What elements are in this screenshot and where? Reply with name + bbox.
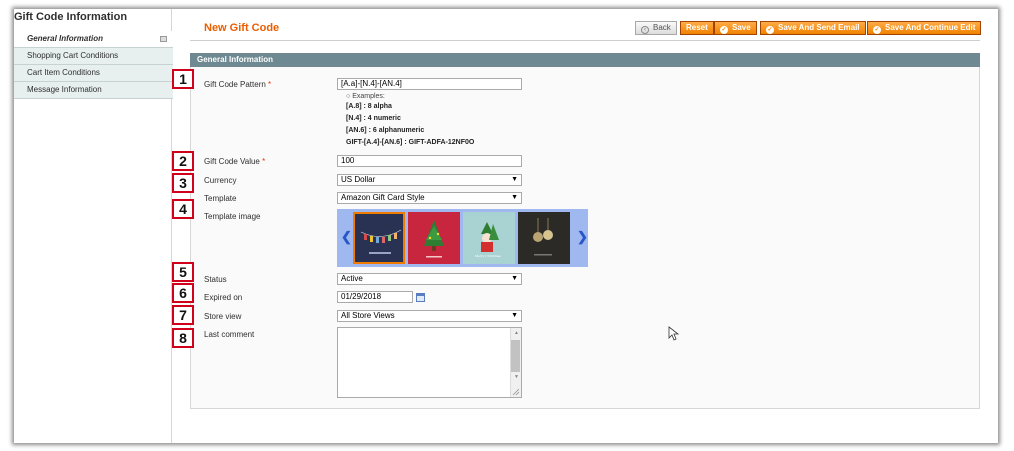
scroll-up-icon[interactable]: ▲ [514,330,519,336]
pattern-label-text: Gift Code Pattern [204,80,266,89]
save-and-send-email-button[interactable]: ✓ Save And Send Email [760,21,866,35]
example-row: [N.4] : 4 numeric [346,115,401,122]
sidebar-item-message-information[interactable]: Message Information [14,82,173,99]
check-icon: ✓ [766,26,774,34]
save-button-label: Save [732,23,751,32]
save-and-continue-edit-label: Save And Continue Edit [885,23,976,32]
template-thumb-4[interactable] [518,212,570,264]
status-select[interactable]: Active ▼ [337,273,522,285]
template-image-carousel: ❮ Merry Christmas ❯ [337,209,588,267]
pattern-input[interactable]: [A.a]-[N.4]-[AN.4] [337,78,522,90]
dropdown-arrow-icon: ▼ [511,176,518,183]
example-code: GIFT-[A.4]-[AN.6] [346,139,403,146]
sidebar-item-label: General Information [27,34,104,43]
value-label: Gift Code Value * [204,157,265,166]
example-code: [N.4] [346,115,362,122]
callout-6: 6 [172,283,194,303]
required-marker: * [268,80,272,89]
save-and-continue-edit-button[interactable]: ✓ Save And Continue Edit [867,21,982,35]
examples-title-text: Examples: [352,93,385,100]
status-value: Active [341,274,363,283]
currency-select[interactable]: US Dollar ▼ [337,174,522,186]
gift-code-value-input[interactable]: 100 [337,155,522,167]
example-code: [A.8] [346,103,362,110]
pattern-label: Gift Code Pattern * [204,80,271,89]
expired-label: Expired on [204,293,243,302]
sidebar-item-label: Shopping Cart Conditions [27,51,119,60]
status-label: Status [204,275,227,284]
callout-2: 2 [172,151,194,171]
store-view-select[interactable]: All Store Views ▼ [337,310,522,322]
save-and-send-email-label: Save And Send Email [778,23,860,32]
reset-button-label: Reset [686,23,708,32]
back-button[interactable]: ‹ Back [635,21,677,35]
callout-7: 7 [172,305,194,325]
chevron-left-icon[interactable]: ❮ [341,229,352,245]
dropdown-arrow-icon: ▼ [511,312,518,319]
example-row: GIFT-[A.4]-[AN.6] : GIFT-ADFA-12NF0O [346,139,474,146]
textarea-scrollbar[interactable]: ▲ ▼ [510,328,521,397]
sidebar-item-label: Cart Item Conditions [27,68,100,77]
example-desc: : 6 alphanumeric [368,127,425,134]
template-select[interactable]: Amazon Gift Card Style ▼ [337,192,522,204]
scroll-down-icon[interactable]: ▼ [514,374,519,380]
calendar-icon[interactable] [416,293,425,302]
check-icon: ✓ [873,26,881,34]
last-comment-label: Last comment [204,330,255,339]
store-view-value: All Store Views [341,311,395,320]
back-arrow-icon: ‹ [641,26,649,34]
page-title: New Gift Code [204,22,280,34]
template-thumb-3[interactable]: Merry Christmas [463,212,515,264]
example-desc: : 4 numeric [363,115,401,122]
currency-value: US Dollar [341,175,376,184]
save-button[interactable]: ✓ Save [714,21,757,35]
mouse-pointer-icon [668,326,680,341]
dropdown-arrow-icon: ▼ [511,194,518,201]
template-thumb-2[interactable] [408,212,460,264]
example-row: [AN.6] : 6 alphanumeric [346,127,424,134]
resize-handle-icon[interactable] [512,388,520,396]
expired-date-input[interactable]: 01/29/2018 [337,291,413,303]
scrollbar-thumb[interactable] [511,340,520,372]
header-divider [190,40,980,41]
callout-3: 3 [172,173,194,193]
christmas-tree-icon [424,220,444,258]
store-view-label: Store view [204,312,242,321]
sidebar-tabs: General Information Shopping Cart Condit… [14,31,173,99]
template-value: Amazon Gift Card Style [341,193,425,202]
collapse-icon[interactable] [160,36,167,42]
callout-8: 8 [172,328,194,348]
callout-4: 4 [172,199,194,219]
template-image-label: Template image [204,212,261,221]
template-label: Template [204,194,237,203]
callout-5: 5 [172,262,194,282]
sidebar-item-general-information[interactable]: General Information [14,31,173,48]
back-button-label: Back [653,23,671,32]
sidebar-item-label: Message Information [27,85,102,94]
example-row: [A.8] : 8 alpha [346,103,392,110]
sidebar-item-shopping-cart-conditions[interactable]: Shopping Cart Conditions [14,48,173,65]
section-header: General Information [190,53,980,67]
value-label-text: Gift Code Value [204,157,260,166]
reset-button[interactable]: Reset [680,21,714,35]
ornaments-icon [533,218,553,256]
sidebar-item-cart-item-conditions[interactable]: Cart Item Conditions [14,65,173,82]
examples-title: ○ Examples: [346,93,385,100]
example-desc: : GIFT-ADFA-12NF0O [404,139,475,146]
thumb-caption: Merry Christmas [475,254,501,258]
dropdown-arrow-icon: ▼ [511,275,518,282]
chevron-right-icon[interactable]: ❯ [577,229,588,245]
callout-1: 1 [172,69,194,89]
sidebar-title: Gift Code Information [14,11,128,23]
example-desc: : 8 alpha [363,103,392,110]
currency-label: Currency [204,176,237,185]
required-marker: * [262,157,266,166]
last-comment-textarea[interactable]: ▲ ▼ [337,327,522,398]
check-icon: ✓ [720,26,728,34]
example-code: [AN.6] [346,127,367,134]
template-thumb-1[interactable] [353,212,405,264]
bunting-icon [360,229,402,254]
